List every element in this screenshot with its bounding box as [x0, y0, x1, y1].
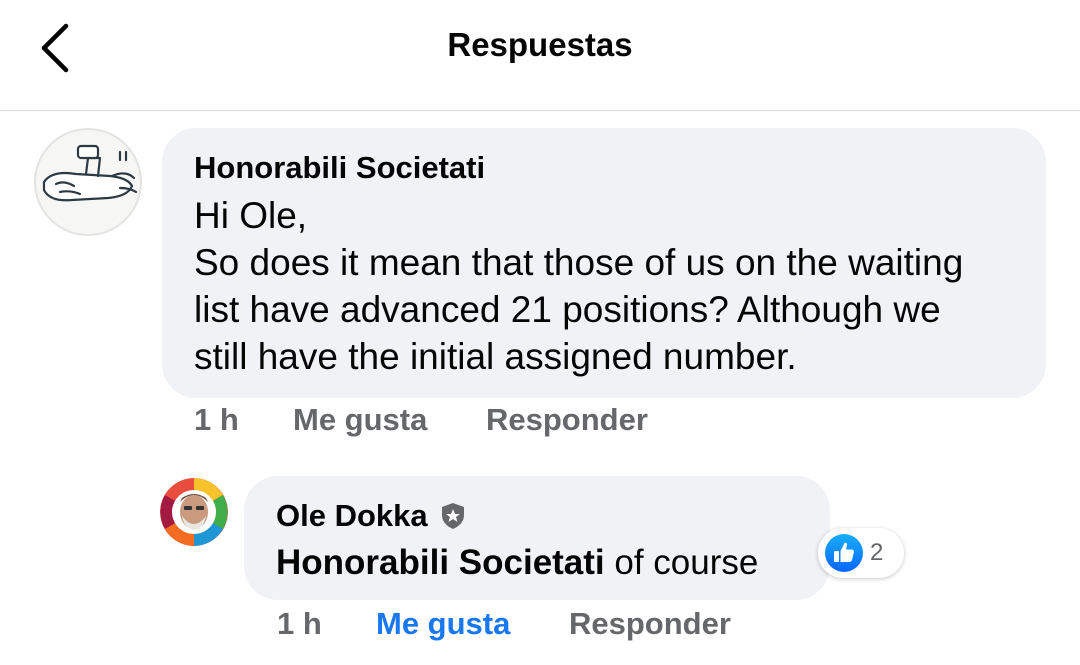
top-bar: Respuestas — [0, 0, 1080, 111]
comment-text: Hi Ole, So does it mean that those of us… — [194, 192, 1014, 380]
like-button[interactable]: Me gusta — [293, 402, 427, 438]
reaction-count: 2 — [870, 539, 884, 566]
reply-message: of course — [604, 543, 759, 582]
mention-link[interactable]: Honorabili Societati — [276, 543, 605, 582]
reply-bubble[interactable]: Ole Dokka Honorabili Societati of course — [244, 476, 830, 600]
reply-author[interactable]: Ole Dokka — [276, 498, 428, 534]
comment-line: still have the initial assigned number. — [194, 336, 797, 377]
comment-line: list have advanced 21 positions? Althoug… — [194, 289, 941, 330]
reply-author-row: Ole Dokka — [276, 496, 798, 536]
comment-timestamp[interactable]: 1 h — [194, 402, 239, 438]
profile-photo-avatar — [160, 478, 228, 546]
comment-author[interactable]: Honorabili Societati — [194, 148, 1014, 188]
reply-text: Honorabili Societati of course — [276, 540, 798, 586]
top-fan-shield-icon[interactable] — [438, 501, 468, 531]
reaction-summary[interactable]: 2 — [818, 528, 904, 578]
page-title: Respuestas — [447, 26, 633, 63]
comment-line: So does it mean that those of us on the … — [194, 242, 964, 283]
reply-avatar[interactable] — [160, 478, 228, 546]
reply-button[interactable]: Responder — [486, 402, 648, 438]
thumbs-up-reaction-icon — [825, 534, 863, 572]
like-button-active[interactable]: Me gusta — [376, 606, 510, 642]
avatar[interactable] — [34, 128, 142, 236]
reply-timestamp[interactable]: 1 h — [277, 606, 322, 642]
reply-button[interactable]: Responder — [569, 606, 731, 642]
cartoon-avatar-icon — [42, 144, 138, 202]
comment-bubble[interactable]: Honorabili Societati Hi Ole, So does it … — [162, 128, 1046, 398]
comment-line: Hi Ole, — [194, 195, 308, 236]
